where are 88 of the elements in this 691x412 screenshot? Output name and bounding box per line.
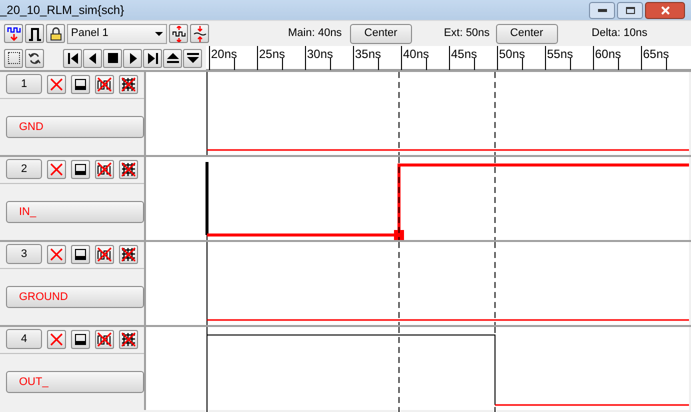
main-cursor-label: Main: 40ns xyxy=(288,26,342,42)
minimize-icon xyxy=(75,334,86,344)
clear-all-button[interactable] xyxy=(119,244,138,264)
delete-button[interactable] xyxy=(47,160,66,178)
crossed-pulse-icon xyxy=(97,162,112,176)
pulse-button[interactable] xyxy=(25,24,44,43)
crossed-grid-icon xyxy=(121,332,136,346)
delete-button[interactable] xyxy=(47,74,66,94)
close-icon xyxy=(49,162,64,176)
stop-button[interactable] xyxy=(103,48,122,68)
panel-dropdown[interactable]: Panel 1 xyxy=(67,24,167,44)
delete-button[interactable] xyxy=(47,244,66,264)
minimize-icon xyxy=(75,164,86,174)
minimize-button[interactable] xyxy=(589,2,615,18)
play-left-icon xyxy=(88,52,96,64)
clear-all-button[interactable] xyxy=(119,74,138,94)
window-title: _20_10_RLM_sim{sch} xyxy=(0,2,124,19)
channel-number-button[interactable]: 2 xyxy=(6,159,42,179)
stop-icon xyxy=(108,53,118,63)
next-button[interactable] xyxy=(123,48,142,68)
channel-number-button[interactable]: 1 xyxy=(6,74,42,94)
clear-pulse-button[interactable] xyxy=(95,244,114,264)
crossed-pulse-icon xyxy=(97,76,112,92)
time-label: 35ns xyxy=(355,47,382,61)
down-button[interactable] xyxy=(183,48,202,68)
clear-pulse-button[interactable] xyxy=(95,160,114,178)
clear-pulse-button[interactable] xyxy=(95,74,114,94)
minimize-channel-button[interactable] xyxy=(71,74,90,94)
dotted-square-icon xyxy=(8,52,20,64)
channel-number-button[interactable]: 4 xyxy=(6,329,42,349)
pulse-icon xyxy=(28,26,42,40)
minimize-channel-button[interactable] xyxy=(71,330,90,348)
minimize-icon xyxy=(75,78,86,90)
channel-number-button[interactable]: 3 xyxy=(6,244,42,264)
minimize-icon xyxy=(598,8,606,12)
skip-start-icon xyxy=(68,52,78,64)
minimize-channel-button[interactable] xyxy=(71,160,90,178)
previous-button[interactable] xyxy=(83,48,102,68)
time-label: 30ns xyxy=(307,47,334,61)
maximize-button[interactable] xyxy=(617,2,643,18)
waveform-arrow-icon xyxy=(6,26,20,40)
delete-button[interactable] xyxy=(47,330,66,348)
select-button[interactable] xyxy=(4,48,23,68)
last-button[interactable] xyxy=(143,48,162,68)
clear-all-button[interactable] xyxy=(119,160,138,178)
clear-pulse-button[interactable] xyxy=(95,330,114,348)
ext-center-button[interactable]: Center xyxy=(496,24,558,44)
time-label: 20ns xyxy=(211,47,238,61)
minimize-channel-button[interactable] xyxy=(71,244,90,264)
crossed-grid-icon xyxy=(121,162,136,176)
ext-cursor-label: Ext: 50ns xyxy=(444,26,490,42)
lock-icon xyxy=(48,26,62,40)
crossed-pulse-icon xyxy=(97,246,112,262)
time-label: 45ns xyxy=(451,47,478,61)
crossed-grid-icon xyxy=(121,76,136,92)
first-button[interactable] xyxy=(63,48,82,68)
expand-button[interactable] xyxy=(169,24,188,43)
crossed-pulse-icon xyxy=(97,332,112,346)
up-button[interactable] xyxy=(163,48,182,68)
time-label: 60ns xyxy=(595,47,622,61)
time-label: 25ns xyxy=(259,47,286,61)
refresh-icon xyxy=(28,52,41,64)
time-label: 40ns xyxy=(403,47,430,61)
clear-all-button[interactable] xyxy=(119,330,138,348)
minimize-icon xyxy=(75,248,86,260)
maximize-icon xyxy=(626,6,634,14)
close-icon xyxy=(49,76,64,92)
time-label: 50ns xyxy=(499,47,526,61)
delta-label: Delta: 10ns xyxy=(592,26,648,42)
close-icon xyxy=(49,332,64,346)
close-icon xyxy=(660,6,670,14)
caret-icon xyxy=(155,32,163,36)
time-label: 55ns xyxy=(547,47,574,61)
crossed-grid-icon xyxy=(121,246,136,262)
add-wave-button[interactable] xyxy=(4,24,23,43)
close-button[interactable] xyxy=(645,2,685,18)
chevron-down-icon xyxy=(186,53,198,63)
play-icon xyxy=(128,52,136,64)
skip-end-icon xyxy=(148,52,158,64)
close-icon xyxy=(49,246,64,262)
expand-wave-icon xyxy=(172,26,186,42)
time-label: 65ns xyxy=(643,47,670,61)
refresh-button[interactable] xyxy=(25,48,44,68)
compress-wave-icon xyxy=(192,26,206,42)
lock-button[interactable] xyxy=(46,24,65,43)
compress-button[interactable] xyxy=(190,24,209,43)
main-center-button[interactable]: Center xyxy=(350,24,412,44)
eject-icon xyxy=(166,53,178,63)
